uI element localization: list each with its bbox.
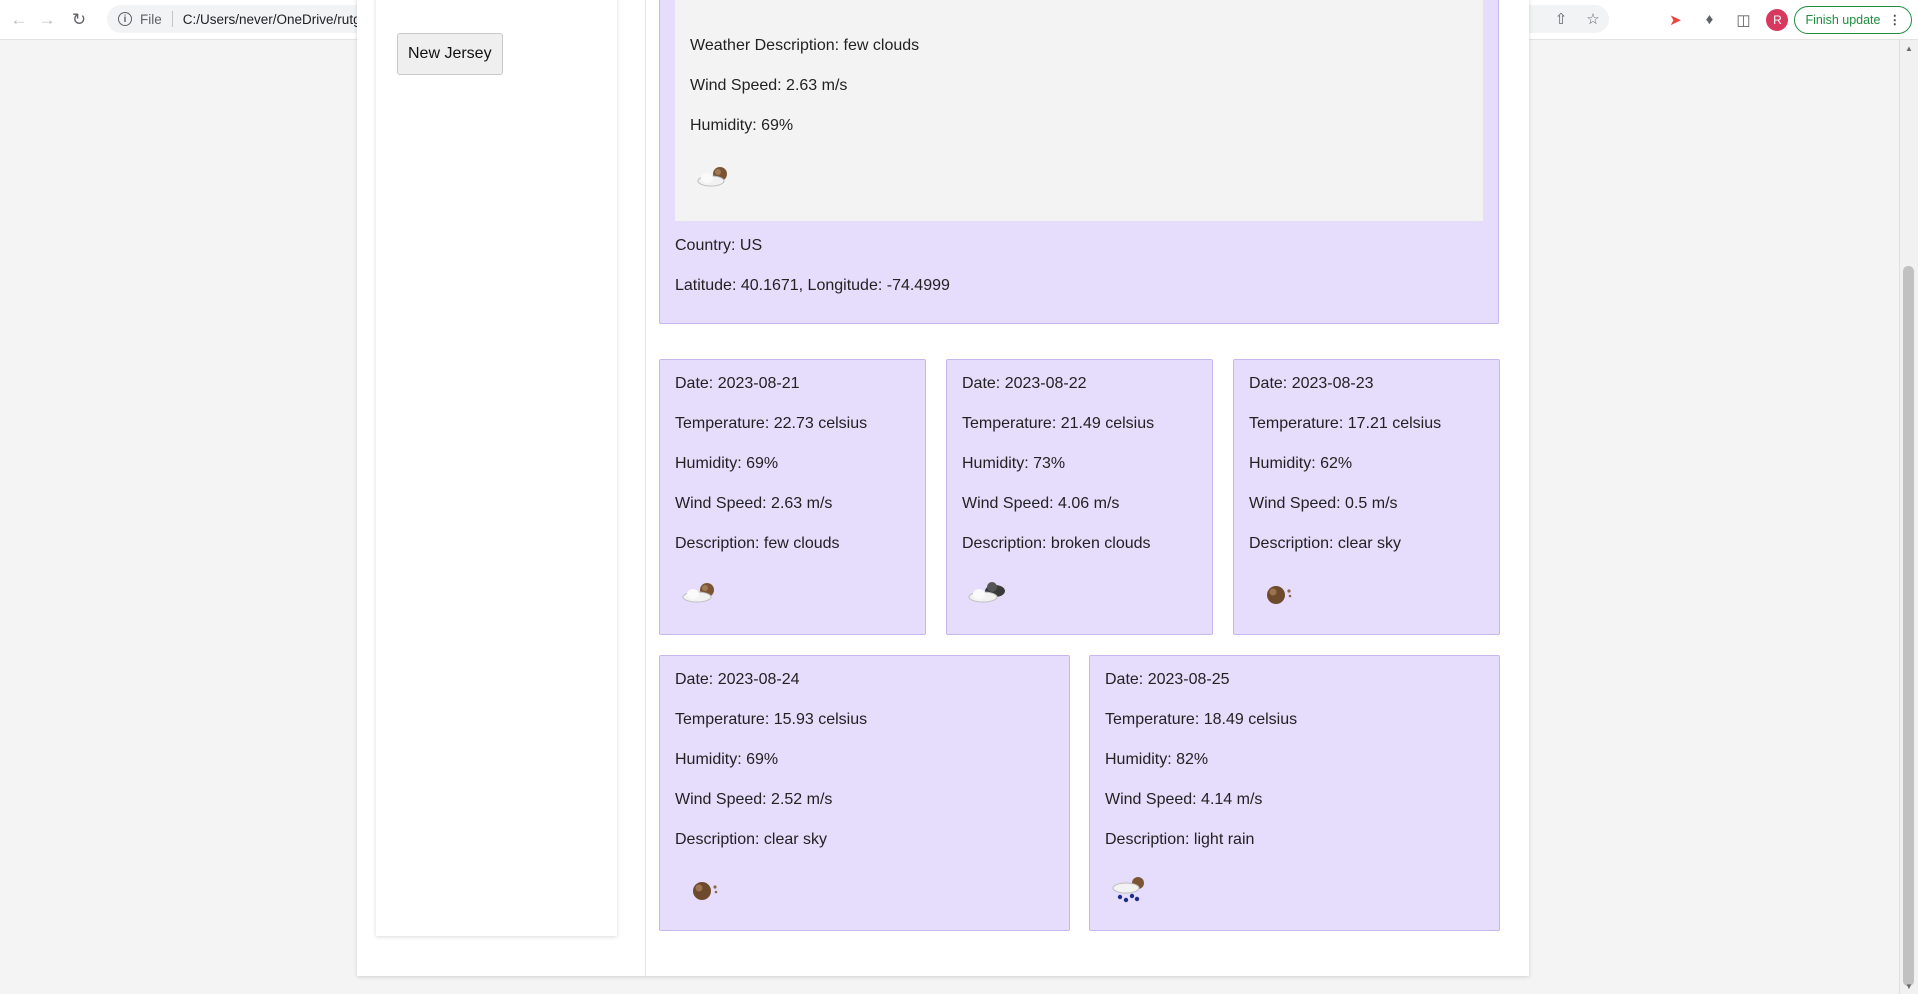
forecast-wind: Wind Speed: 2.52 m/s (675, 791, 833, 808)
current-description: Weather Description: few clouds (690, 37, 920, 54)
forecast-date: Date: 2023-08-24 (675, 671, 800, 688)
bookmark-star-icon[interactable]: ☆ (1577, 10, 1609, 28)
clear-sky-icon (1267, 586, 1292, 604)
forecast-description: Description: few clouds (675, 535, 840, 552)
reload-icon[interactable]: ↻ (66, 7, 92, 33)
extensions-puzzle-icon[interactable]: ♦ (1692, 11, 1726, 28)
sidebar: New Jersey (376, 0, 617, 936)
forecast-wind: Wind Speed: 2.63 m/s (675, 495, 833, 512)
current-humidity: Humidity: 69% (690, 117, 794, 134)
forecast-temperature: Temperature: 15.93 celsius (675, 711, 868, 728)
clear-sky-icon (693, 882, 718, 900)
forecast-humidity: Humidity: 73% (962, 455, 1066, 472)
forecast-humidity: Humidity: 82% (1105, 751, 1209, 768)
column-divider (645, 0, 646, 976)
forecast-date: Date: 2023-08-23 (1249, 375, 1374, 392)
forecast-temperature: Temperature: 17.21 celsius (1249, 415, 1442, 432)
forecast-humidity: Humidity: 69% (675, 455, 779, 472)
few-clouds-icon (682, 583, 714, 603)
current-weather-card: Weather Description: few clouds Wind Spe… (659, 0, 1499, 324)
forecast-card: Date: 2023-08-21 Temperature: 22.73 cels… (659, 359, 926, 635)
forward-icon[interactable]: → (34, 7, 60, 33)
forecast-date: Date: 2023-08-21 (675, 375, 800, 392)
forecast-wind: Wind Speed: 0.5 m/s (1249, 495, 1398, 512)
finish-update-button[interactable]: Finish update ⋮ (1794, 5, 1912, 34)
forecast-temperature: Temperature: 21.49 celsius (962, 415, 1155, 432)
forecast-date: Date: 2023-08-22 (962, 375, 1087, 392)
forecast-wind: Wind Speed: 4.14 m/s (1105, 791, 1263, 808)
forecast-card: Date: 2023-08-24 Temperature: 15.93 cels… (659, 655, 1070, 931)
scroll-up-arrow-icon[interactable]: ▲ (1900, 44, 1918, 53)
forecast-description: Description: clear sky (1249, 535, 1402, 552)
info-icon[interactable]: i (118, 12, 132, 26)
main-container: New Jersey Weather Description: few clou… (357, 0, 1529, 976)
city-history-button[interactable]: New Jersey (397, 33, 503, 75)
scroll-down-arrow-icon[interactable]: ▼ (1900, 982, 1918, 991)
country-text: Country: US (675, 237, 763, 254)
forecast-description: Description: clear sky (675, 831, 828, 848)
scheme-label: File (140, 11, 162, 27)
omnibox-divider (171, 11, 173, 27)
forecast-humidity: Humidity: 62% (1249, 455, 1353, 472)
extension-record-icon[interactable]: ➤ (1658, 11, 1692, 29)
forecast-wind: Wind Speed: 4.06 m/s (962, 495, 1120, 512)
forecast-card: Date: 2023-08-23 Temperature: 17.21 cels… (1233, 359, 1500, 635)
light-rain-icon (1112, 877, 1144, 903)
forecast-humidity: Humidity: 69% (675, 751, 779, 768)
menu-kebab-icon[interactable]: ⋮ (1889, 12, 1902, 27)
forecast-card: Date: 2023-08-22 Temperature: 21.49 cels… (946, 359, 1213, 635)
forecast-description: Description: broken clouds (962, 535, 1151, 552)
current-wind: Wind Speed: 2.63 m/s (690, 77, 848, 94)
forecast-temperature: Temperature: 22.73 celsius (675, 415, 868, 432)
forecast-date: Date: 2023-08-25 (1105, 671, 1230, 688)
forecast-temperature: Temperature: 18.49 celsius (1105, 711, 1298, 728)
scroll-thumb[interactable] (1903, 266, 1914, 986)
few-clouds-icon (697, 167, 727, 187)
finish-update-label: Finish update (1805, 12, 1881, 27)
coordinates-text: Latitude: 40.1671, Longitude: -74.4999 (675, 277, 950, 294)
broken-clouds-icon (968, 582, 1005, 603)
forecast-description: Description: light rain (1105, 831, 1255, 848)
page-scrollbar[interactable]: ▲ ▼ (1899, 40, 1918, 994)
profile-avatar[interactable]: R (1766, 8, 1789, 31)
side-panel-icon[interactable]: ◫ (1726, 11, 1760, 29)
share-icon[interactable]: ⇧ (1545, 10, 1577, 28)
back-icon[interactable]: ← (6, 7, 32, 33)
forecast-card: Date: 2023-08-25 Temperature: 18.49 cels… (1089, 655, 1500, 931)
current-conditions-panel: Weather Description: few clouds Wind Spe… (675, 0, 1483, 221)
